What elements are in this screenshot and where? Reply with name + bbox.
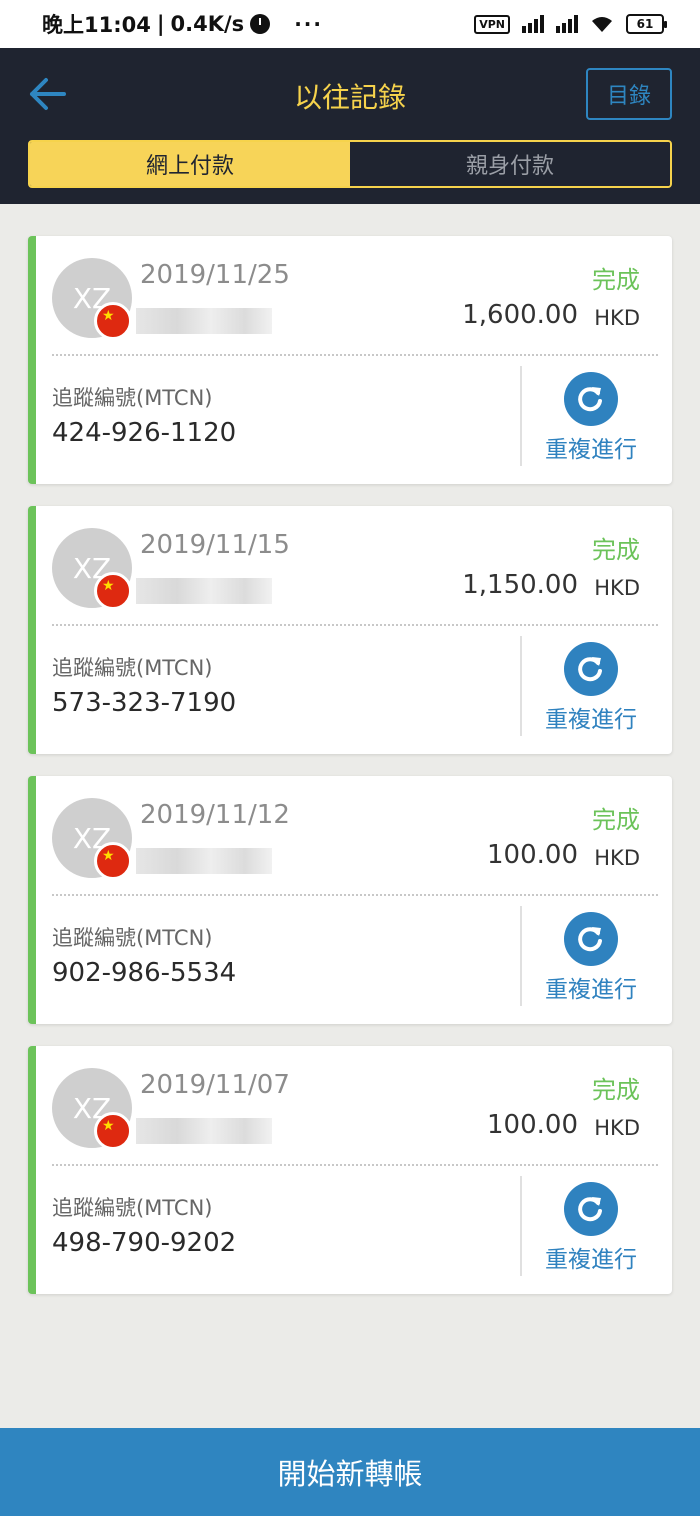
record-date: 2019/11/25 — [140, 260, 290, 290]
china-flag-icon: ★ — [94, 1112, 132, 1150]
recipient-name-blurred — [136, 848, 272, 874]
record-amount: 100.00 — [487, 1110, 578, 1140]
mtcn-label: 追蹤編號(MTCN) — [52, 1196, 213, 1220]
refresh-icon — [564, 1182, 618, 1236]
vertical-divider — [520, 636, 522, 736]
china-flag-icon: ★ — [94, 572, 132, 610]
battery-level: 61 — [636, 17, 654, 31]
recipient-name-blurred — [136, 308, 272, 334]
record-amount: 100.00 — [487, 840, 578, 870]
repeat-button[interactable]: 重複進行 — [538, 642, 644, 738]
catalog-button[interactable]: 目錄 — [586, 68, 672, 120]
status-badge: 完成 — [592, 1076, 640, 1104]
status-time: 晚上11:04 — [42, 13, 151, 37]
vertical-divider — [520, 1176, 522, 1276]
record-card[interactable]: XZ ★ 2019/11/12 完成 100.00 HKD 追蹤編號(MTCN)… — [28, 776, 672, 1024]
vertical-divider — [520, 366, 522, 466]
mtcn-value: 573-323-7190 — [52, 688, 237, 718]
mtcn-label: 追蹤編號(MTCN) — [52, 386, 213, 410]
record-currency: HKD — [594, 1116, 640, 1140]
repeat-button[interactable]: 重複進行 — [538, 1182, 644, 1278]
signal-icon — [522, 15, 544, 33]
battery-icon: 61 — [626, 14, 667, 34]
mtcn-label: 追蹤編號(MTCN) — [52, 656, 213, 680]
alarm-icon — [250, 14, 271, 34]
status-right: VPN 61 — [474, 14, 667, 34]
status-bar: 晚上11:04 | 0.4K/s ··· VPN 61 — [0, 0, 700, 48]
repeat-label: 重複進行 — [545, 977, 637, 1003]
signal-hd-icon — [556, 15, 578, 33]
record-date: 2019/11/12 — [140, 800, 290, 830]
china-flag-icon: ★ — [94, 302, 132, 340]
vertical-divider — [520, 906, 522, 1006]
status-badge: 完成 — [592, 806, 640, 834]
repeat-label: 重複進行 — [545, 707, 637, 733]
card-divider — [52, 1164, 658, 1166]
card-divider — [52, 354, 658, 356]
app-header: 以往記錄 目錄 網上付款 親身付款 — [0, 48, 700, 204]
record-currency: HKD — [594, 306, 640, 330]
mtcn-value: 902-986-5534 — [52, 958, 237, 988]
refresh-icon — [564, 372, 618, 426]
more-dots-icon: ··· — [294, 12, 323, 36]
card-divider — [52, 624, 658, 626]
mtcn-value: 498-790-9202 — [52, 1228, 237, 1258]
record-card[interactable]: XZ ★ 2019/11/15 完成 1,150.00 HKD 追蹤編號(MTC… — [28, 506, 672, 754]
status-speed: 0.4K/s — [170, 12, 245, 36]
status-left: 晚上11:04 | 0.4K/s ··· — [42, 9, 323, 39]
tab-online-payment[interactable]: 網上付款 — [30, 142, 350, 186]
china-flag-icon: ★ — [94, 842, 132, 880]
refresh-icon — [564, 642, 618, 696]
repeat-button[interactable]: 重複進行 — [538, 372, 644, 468]
record-amount: 1,150.00 — [462, 570, 578, 600]
record-date: 2019/11/15 — [140, 530, 290, 560]
mtcn-value: 424-926-1120 — [52, 418, 237, 448]
record-currency: HKD — [594, 846, 640, 870]
recipient-name-blurred — [136, 1118, 272, 1144]
status-separator: | — [156, 12, 165, 36]
repeat-label: 重複進行 — [545, 437, 637, 463]
recipient-name-blurred — [136, 578, 272, 604]
repeat-button[interactable]: 重複進行 — [538, 912, 644, 1008]
vpn-icon: VPN — [474, 14, 510, 34]
record-currency: HKD — [594, 576, 640, 600]
start-new-transfer-button[interactable]: 開始新轉帳 — [0, 1428, 700, 1516]
card-divider — [52, 894, 658, 896]
record-card[interactable]: XZ ★ 2019/11/07 完成 100.00 HKD 追蹤編號(MTCN)… — [28, 1046, 672, 1294]
record-date: 2019/11/07 — [140, 1070, 290, 1100]
record-amount: 1,600.00 — [462, 300, 578, 330]
status-badge: 完成 — [592, 266, 640, 294]
payment-tabs: 網上付款 親身付款 — [28, 140, 672, 188]
refresh-icon — [564, 912, 618, 966]
wifi-icon — [592, 17, 612, 32]
repeat-label: 重複進行 — [545, 1247, 637, 1273]
record-card[interactable]: XZ ★ 2019/11/25 完成 1,600.00 HKD 追蹤編號(MTC… — [28, 236, 672, 484]
tab-in-person-payment[interactable]: 親身付款 — [350, 142, 670, 186]
status-badge: 完成 — [592, 536, 640, 564]
mtcn-label: 追蹤編號(MTCN) — [52, 926, 213, 950]
